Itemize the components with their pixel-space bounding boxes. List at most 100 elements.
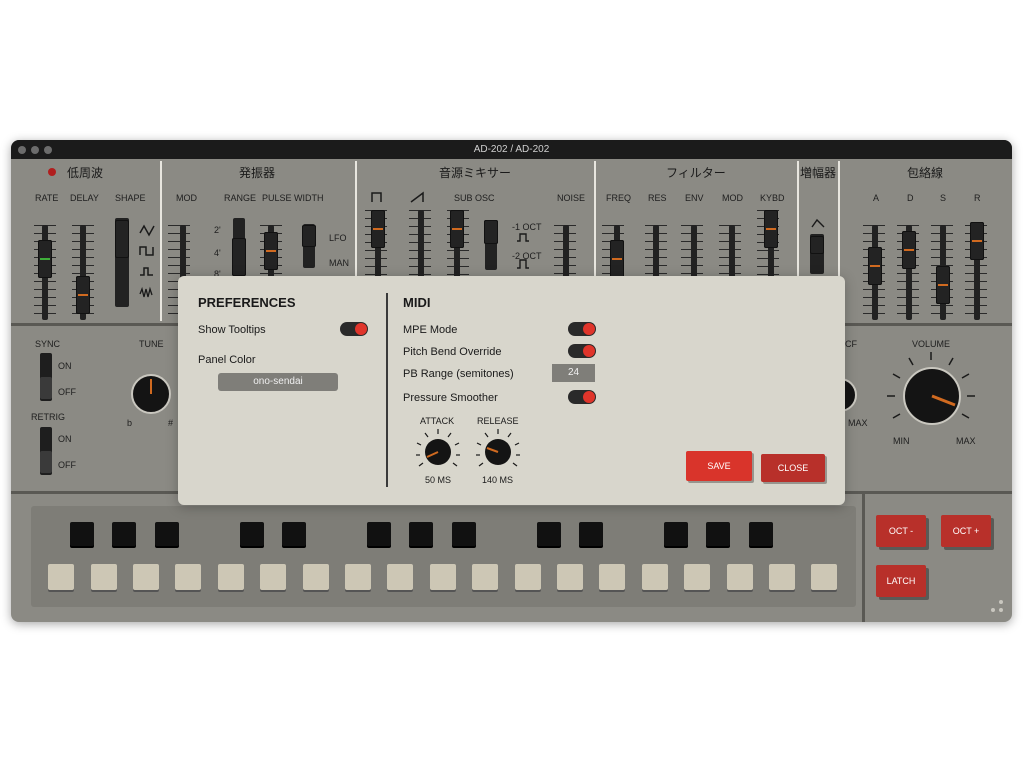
range-mark-2: 2'	[214, 225, 221, 235]
sustain-slider[interactable]	[936, 266, 950, 304]
zoom-window-icon[interactable]	[44, 146, 52, 154]
black-key[interactable]	[409, 522, 433, 546]
attack-slider[interactable]	[868, 247, 882, 285]
square-wave-icon	[139, 246, 154, 256]
attack-value: 50 MS	[425, 475, 452, 485]
sync-switch[interactable]	[40, 353, 52, 401]
white-key[interactable]	[175, 564, 201, 590]
rate-slider[interactable]	[38, 240, 52, 278]
pitch-bend-override-toggle[interactable]	[568, 344, 596, 358]
sustain-env-label: S	[940, 193, 947, 203]
white-key[interactable]	[430, 564, 456, 590]
section-title-envelope: 包絡線	[907, 166, 944, 180]
knob-pointer-icon	[150, 379, 152, 394]
panel-color-dropdown[interactable]: ono-sendai	[218, 373, 338, 391]
black-key[interactable]	[240, 522, 264, 546]
white-key[interactable]	[472, 564, 498, 590]
preferences-heading: PREFERENCES	[198, 295, 296, 310]
app-root: AD-202 / AD-202 低周波 発振器 音源ミキサー フィルター 増幅器…	[0, 0, 1024, 768]
show-tooltips-toggle[interactable]	[340, 322, 368, 336]
saw-source-icon	[410, 191, 424, 203]
black-key[interactable]	[579, 522, 603, 546]
black-key[interactable]	[282, 522, 306, 546]
rate-label: RATE	[35, 193, 59, 203]
pressure-smoother-toggle[interactable]	[568, 390, 596, 404]
noise-label: NOISE	[557, 193, 586, 203]
retrig-off-label: OFF	[58, 460, 76, 470]
freq-slider[interactable]	[610, 240, 624, 278]
pb-range-input[interactable]: 24	[552, 364, 595, 382]
knob-pointer-icon	[931, 394, 956, 407]
black-key[interactable]	[749, 522, 773, 546]
white-key[interactable]	[303, 564, 329, 590]
white-key[interactable]	[387, 564, 413, 590]
latch-button[interactable]: LATCH	[876, 565, 926, 597]
attack-env-label: A	[873, 193, 880, 203]
white-key[interactable]	[684, 564, 710, 590]
tune-sharp-label: #	[168, 418, 174, 428]
white-key[interactable]	[91, 564, 117, 590]
pulse-width-slider[interactable]	[264, 232, 278, 270]
volume-max-label: MAX	[956, 436, 976, 446]
white-key[interactable]	[260, 564, 286, 590]
white-key[interactable]	[218, 564, 244, 590]
white-key[interactable]	[515, 564, 541, 590]
shape-selector[interactable]	[115, 220, 129, 258]
sub-osc-switch[interactable]	[484, 220, 498, 244]
section-divider	[160, 161, 162, 321]
octave-up-button[interactable]: OCT +	[941, 515, 991, 547]
white-key[interactable]	[642, 564, 668, 590]
delay-slider[interactable]	[76, 276, 90, 314]
black-key[interactable]	[70, 522, 94, 546]
square-oct1-icon	[517, 233, 529, 242]
mpe-mode-toggle[interactable]	[568, 322, 596, 336]
white-key[interactable]	[133, 564, 159, 590]
keyboard-panel	[31, 506, 856, 607]
black-key[interactable]	[537, 522, 561, 546]
range-mark-4: 4'	[214, 248, 221, 258]
decay-env-label: D	[907, 193, 914, 203]
vca-mode-switch[interactable]	[810, 236, 824, 256]
range-selector[interactable]	[232, 238, 246, 276]
pulse-level-slider[interactable]	[371, 210, 385, 248]
white-key[interactable]	[727, 564, 753, 590]
release-knob[interactable]	[475, 428, 521, 474]
white-key[interactable]	[557, 564, 583, 590]
white-key[interactable]	[48, 564, 74, 590]
black-key[interactable]	[112, 522, 136, 546]
shape-label: SHAPE	[115, 193, 146, 203]
dialog-divider	[386, 293, 388, 487]
close-button[interactable]: CLOSE	[761, 454, 825, 482]
toggle-knob	[355, 323, 367, 335]
save-button[interactable]: SAVE	[686, 451, 752, 481]
white-key[interactable]	[345, 564, 371, 590]
tune-knob[interactable]	[131, 374, 171, 414]
attack-knob[interactable]	[415, 428, 461, 474]
pulse-source-icon	[371, 192, 382, 202]
resize-grip-icon[interactable]	[989, 598, 1005, 614]
decay-slider[interactable]	[902, 231, 916, 269]
window-title: AD-202 / AD-202	[473, 144, 550, 155]
sync-on-label: ON	[58, 361, 72, 371]
sub-osc-slider[interactable]	[450, 210, 464, 248]
black-key[interactable]	[664, 522, 688, 546]
sync-off-label: OFF	[58, 387, 76, 397]
waveform-icons	[139, 224, 155, 298]
minimize-window-icon[interactable]	[31, 146, 39, 154]
volume-knob[interactable]	[903, 367, 961, 425]
black-key[interactable]	[706, 522, 730, 546]
pw-source-switch[interactable]	[302, 225, 316, 247]
retrig-switch[interactable]	[40, 427, 52, 475]
kybd-slider[interactable]	[764, 210, 778, 248]
black-key[interactable]	[452, 522, 476, 546]
sub-osc-label: SUB OSC	[454, 193, 495, 203]
white-key[interactable]	[811, 564, 837, 590]
white-key[interactable]	[769, 564, 795, 590]
white-key[interactable]	[599, 564, 625, 590]
black-key[interactable]	[155, 522, 179, 546]
close-window-icon[interactable]	[18, 146, 26, 154]
pressure-smoother-label: Pressure Smoother	[403, 392, 498, 404]
black-key[interactable]	[367, 522, 391, 546]
octave-down-button[interactable]: OCT -	[876, 515, 926, 547]
release-slider[interactable]	[970, 222, 984, 260]
